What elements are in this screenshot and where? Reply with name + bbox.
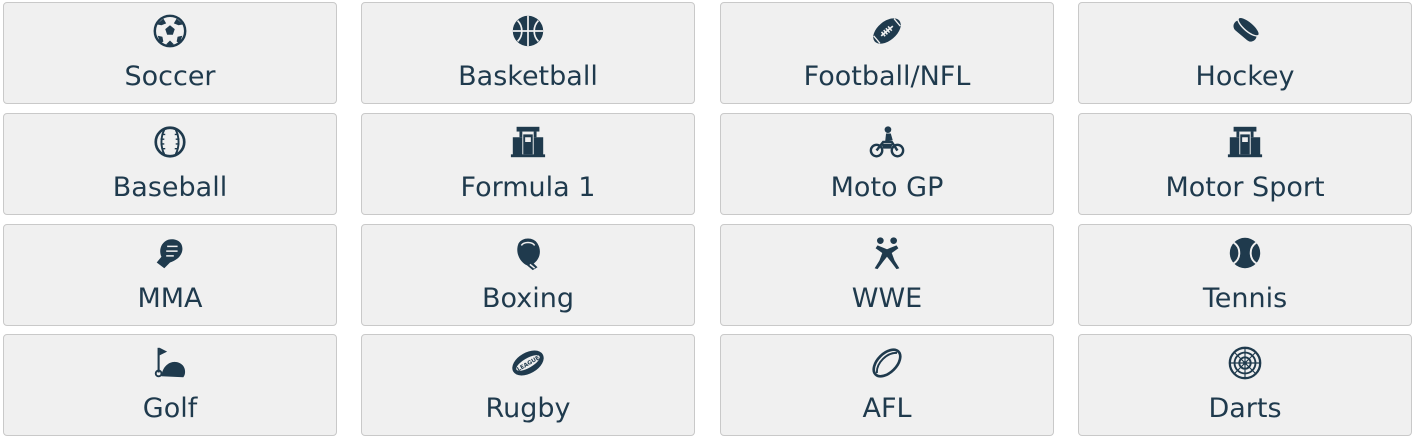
tennis-ball-icon — [1226, 234, 1264, 272]
sport-tile-hockey[interactable]: Hockey — [1078, 2, 1412, 104]
sport-label: WWE — [851, 283, 923, 314]
sport-tile-boxing[interactable]: Boxing — [361, 224, 695, 326]
hockey-puck-icon — [1226, 12, 1264, 50]
sport-label: Hockey — [1195, 61, 1295, 92]
boxing-glove-icon — [509, 234, 547, 272]
sport-label: Golf — [142, 393, 198, 424]
sport-tile-baseball[interactable]: Baseball — [3, 113, 337, 215]
sport-tile-afl[interactable]: AFL — [720, 334, 1054, 436]
mma-glove-icon — [151, 234, 189, 272]
baseball-icon — [151, 123, 189, 161]
sport-label: MMA — [137, 283, 203, 314]
sport-label: Baseball — [112, 172, 228, 203]
race-car-icon — [509, 123, 547, 161]
motorcycle-icon — [868, 123, 906, 161]
american-football-icon — [868, 12, 906, 50]
sport-tile-wwe[interactable]: WWE — [720, 224, 1054, 326]
sport-label: Formula 1 — [460, 172, 596, 203]
sport-tile-darts[interactable]: Darts — [1078, 334, 1412, 436]
sport-label: Motor Sport — [1165, 172, 1325, 203]
race-car-icon — [1226, 123, 1264, 161]
rugby-league-ball-icon: LEAGUE — [509, 344, 547, 382]
sport-tile-moto-gp[interactable]: Moto GP — [720, 113, 1054, 215]
golf-flag-icon — [151, 344, 189, 382]
dartboard-icon — [1226, 344, 1264, 382]
sport-label: Rugby — [485, 393, 571, 424]
sport-label: Moto GP — [830, 172, 944, 203]
basketball-icon — [509, 12, 547, 50]
sport-tile-golf[interactable]: Golf — [3, 334, 337, 436]
sports-category-grid: Soccer Basketball Football/NFL Hockey Ba… — [0, 0, 1415, 440]
sport-label: Soccer — [124, 61, 216, 92]
sport-label: Boxing — [482, 283, 574, 314]
afl-ball-icon — [868, 344, 906, 382]
sport-tile-rugby[interactable]: LEAGUE Rugby — [361, 334, 695, 436]
sport-label: Darts — [1208, 393, 1282, 424]
sport-label: Tennis — [1202, 283, 1288, 314]
sport-label: AFL — [862, 393, 912, 424]
sport-label: Basketball — [458, 61, 598, 92]
wrestlers-icon — [868, 234, 906, 272]
soccer-ball-icon — [151, 12, 189, 50]
sport-tile-mma[interactable]: MMA — [3, 224, 337, 326]
sport-label: Football/NFL — [803, 61, 971, 92]
sport-tile-formula-1[interactable]: Formula 1 — [361, 113, 695, 215]
sport-tile-football-nfl[interactable]: Football/NFL — [720, 2, 1054, 104]
sport-tile-tennis[interactable]: Tennis — [1078, 224, 1412, 326]
sport-tile-motor-sport[interactable]: Motor Sport — [1078, 113, 1412, 215]
sport-tile-basketball[interactable]: Basketball — [361, 2, 695, 104]
sport-tile-soccer[interactable]: Soccer — [3, 2, 337, 104]
